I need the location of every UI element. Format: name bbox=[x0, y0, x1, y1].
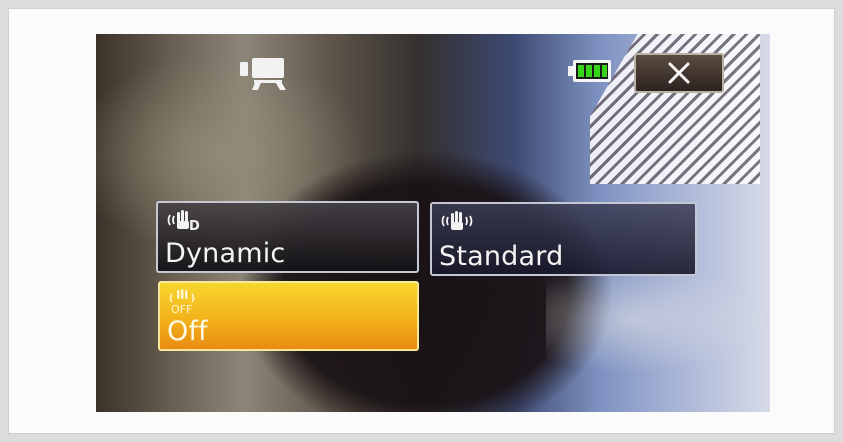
option-off-button[interactable]: OFF Off bbox=[158, 281, 419, 351]
svg-text:OFF: OFF bbox=[171, 303, 192, 315]
svg-text:D: D bbox=[189, 219, 200, 234]
close-button[interactable] bbox=[634, 53, 724, 93]
hand-shake-dynamic-icon: D bbox=[167, 210, 200, 234]
background-blur bbox=[546, 264, 766, 374]
option-standard-label: Standard bbox=[439, 241, 564, 272]
camera-screen: D Dynamic Standard OFF Off bbox=[96, 34, 770, 412]
hand-shake-off-icon: OFF bbox=[169, 289, 195, 315]
option-standard-button[interactable]: Standard bbox=[430, 202, 697, 276]
hand-shake-standard-icon bbox=[441, 211, 473, 230]
option-dynamic-button[interactable]: D Dynamic bbox=[156, 201, 419, 273]
video-camera-icon bbox=[240, 58, 286, 90]
battery-full-icon bbox=[568, 60, 611, 82]
close-icon bbox=[668, 62, 690, 84]
option-dynamic-label: Dynamic bbox=[165, 238, 286, 269]
option-off-label: Off bbox=[167, 316, 208, 347]
photo-frame: D Dynamic Standard OFF Off bbox=[8, 8, 835, 434]
